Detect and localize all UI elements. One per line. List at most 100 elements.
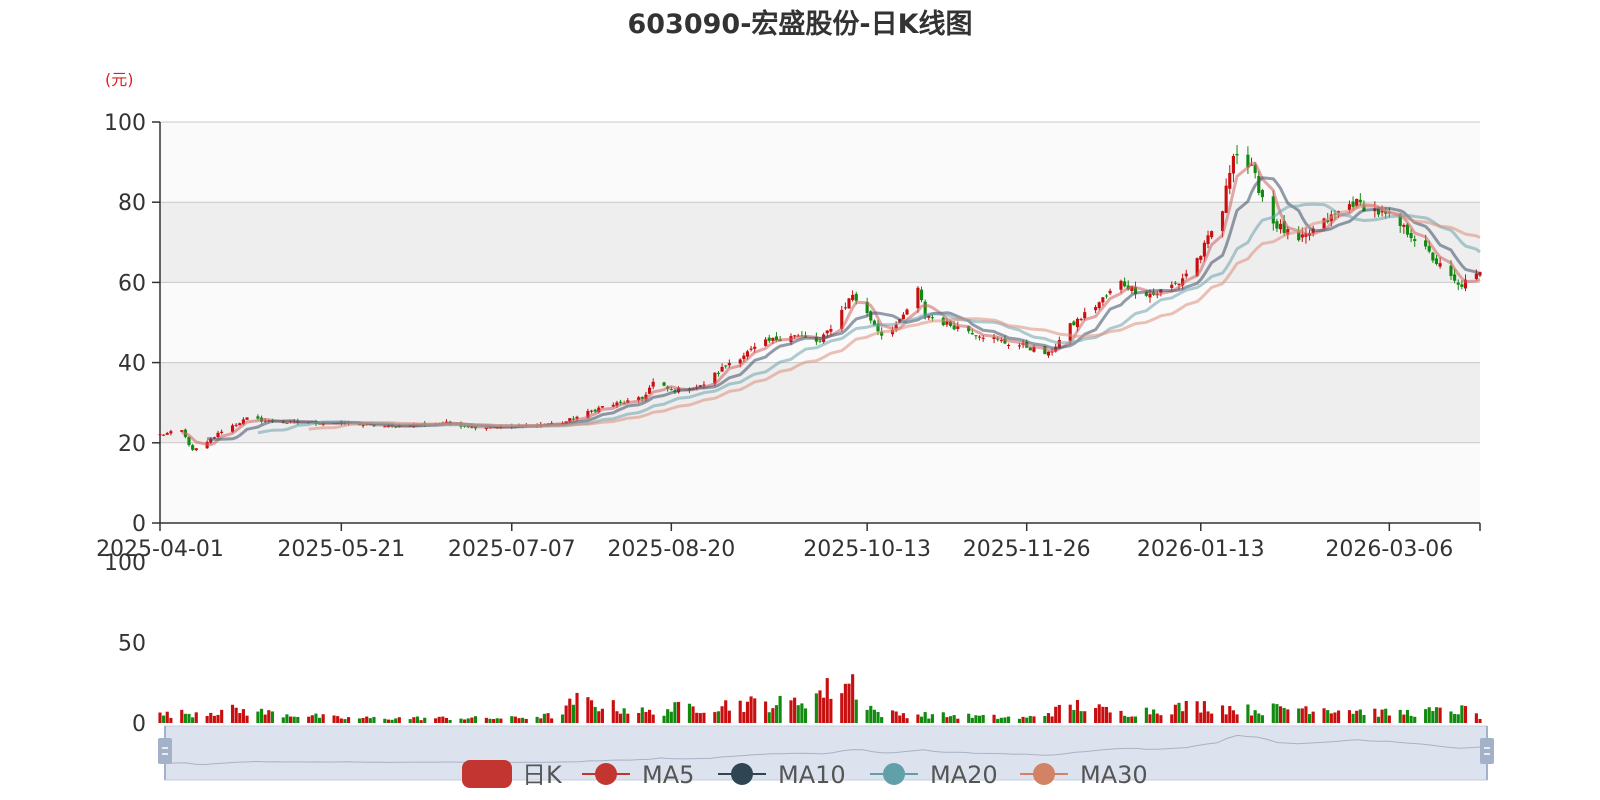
grid-band [160, 282, 1480, 363]
volume-bar [640, 707, 644, 723]
volume-bar [1094, 707, 1098, 723]
volume-bar [466, 718, 470, 723]
volume-bar [241, 709, 245, 723]
volume-bar [357, 718, 362, 723]
candle-body [1202, 242, 1206, 257]
candle-body [1068, 323, 1072, 341]
volume-bar [1405, 709, 1410, 723]
legend-item-ma10[interactable]: MA10 [718, 761, 846, 789]
volume-bar [952, 715, 956, 723]
volume-bar [238, 713, 242, 723]
volume-bar [829, 698, 833, 723]
volume-bar [1097, 704, 1101, 723]
candle-body [905, 309, 909, 315]
candle-body [1079, 318, 1083, 320]
volume-bar [1249, 715, 1254, 723]
volume-bar [589, 700, 594, 723]
volume-bar [967, 713, 971, 723]
volume-bar [495, 718, 499, 723]
volume-bar [1438, 707, 1442, 723]
volume-bar [205, 716, 209, 723]
volume-bar [1474, 713, 1478, 723]
candle-body [825, 330, 829, 334]
volume-bar [593, 706, 597, 723]
volume-bar [1387, 715, 1391, 723]
legend-label: MA30 [1080, 761, 1148, 789]
volume-bar [1228, 706, 1232, 723]
volume-bar [1358, 709, 1362, 723]
volume-bar [814, 693, 818, 723]
volume-bar [1427, 707, 1431, 723]
volume-bar [463, 719, 467, 723]
volume-bar [992, 714, 996, 723]
volume-bar [637, 712, 641, 723]
volume-bar [165, 711, 169, 723]
volume-bar [365, 716, 369, 723]
candle-body [745, 351, 750, 357]
volume-bar [901, 713, 905, 723]
volume-bar [1108, 712, 1112, 723]
volume-bar [1126, 716, 1130, 723]
volume-bar [513, 716, 517, 723]
slider-handle-grip[interactable] [1480, 738, 1494, 764]
volume-bar [1202, 701, 1206, 723]
candle-body [818, 340, 822, 342]
volume-bar [745, 701, 750, 723]
volume-bar [626, 713, 630, 723]
slider-handle-grip[interactable] [158, 738, 172, 764]
legend-symbol-candle [462, 760, 512, 788]
volume-bar [749, 696, 753, 723]
legend-item-ma30[interactable]: MA30 [1020, 761, 1148, 789]
volume-bar [209, 712, 213, 723]
grid-band [160, 362, 1480, 443]
volume-bar [546, 713, 550, 723]
candle-body [1351, 201, 1355, 207]
candle [847, 297, 851, 309]
volume-bar [1326, 710, 1330, 723]
volume-bar [698, 713, 702, 723]
volume-bar [822, 697, 826, 723]
volume-bar [1148, 714, 1152, 723]
candle-body [1072, 321, 1076, 326]
volume-bar [1224, 714, 1228, 723]
volume-bar [1311, 711, 1315, 723]
volume-bar [191, 717, 195, 723]
candle-body [1094, 307, 1098, 311]
candle-body [829, 329, 833, 332]
candle-body [952, 325, 956, 330]
volume-bar [321, 714, 325, 723]
volume-bar [383, 718, 387, 723]
volume-bar [1123, 715, 1127, 723]
candle-body [742, 355, 746, 360]
candle-body [191, 445, 195, 450]
candle-body [970, 333, 974, 335]
volume-bar [1101, 706, 1105, 723]
volume-bar [336, 716, 340, 723]
candle-body [764, 339, 768, 346]
volume-bar [767, 712, 771, 723]
chart-title: 603090-宏盛股份-日K线图 [627, 8, 972, 40]
candle-body [1427, 245, 1431, 252]
candle-body [1300, 234, 1304, 238]
candle-body [1075, 318, 1080, 328]
volume-bar [437, 716, 441, 723]
volume-bar [448, 719, 452, 723]
volume-bar [894, 711, 898, 723]
date-x-axis: 2025-04-01 2025-05-21 2025-07-07 2025-08-20… [96, 522, 1481, 562]
legend-label: MA10 [778, 761, 846, 789]
volume-bar [488, 718, 492, 723]
volume-bar [394, 718, 398, 723]
candle-body [1101, 297, 1105, 303]
candle-body [753, 346, 757, 349]
volume-bar [1003, 717, 1007, 723]
candle-body [749, 348, 753, 350]
volume-bar [270, 711, 274, 723]
candle-body [1097, 302, 1101, 309]
legend-item-ma20[interactable]: MA20 [870, 761, 998, 789]
candle-body [1271, 196, 1275, 224]
volume-bar [343, 719, 347, 723]
volume-bar [872, 709, 876, 723]
candle-body [1123, 281, 1127, 287]
legend-symbol-dot [731, 763, 753, 785]
volume-bar [586, 697, 590, 723]
